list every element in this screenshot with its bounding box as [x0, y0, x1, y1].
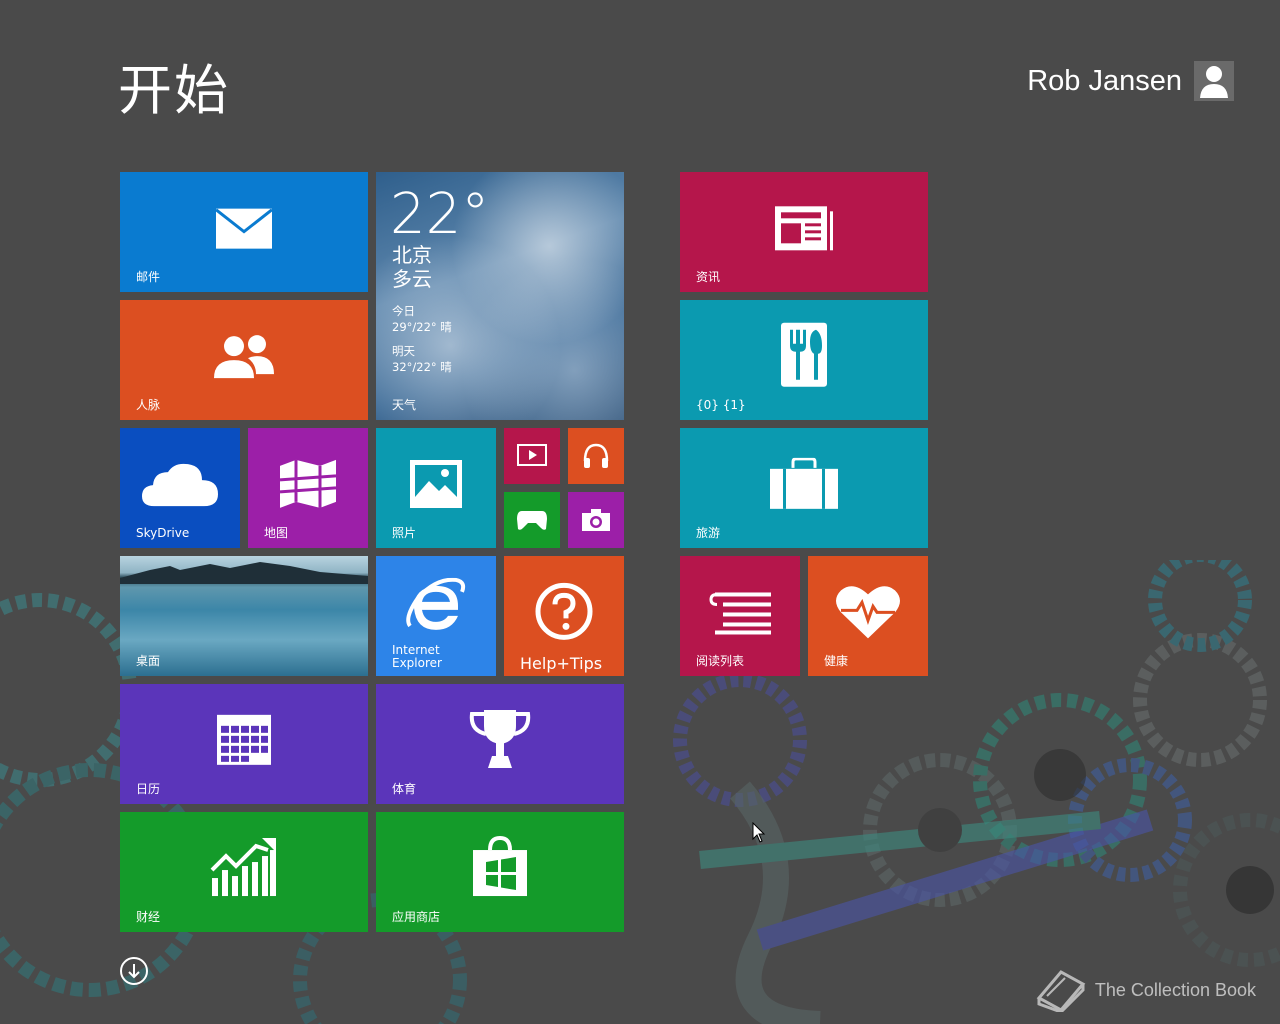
tile-label: 地图: [264, 526, 289, 540]
headphones-icon: [583, 443, 609, 468]
tile-label: Internet Explorer: [392, 644, 442, 670]
tile-label-line1: Internet: [392, 643, 440, 657]
map-icon: [279, 459, 337, 508]
tile-video[interactable]: [504, 428, 560, 484]
weather-tomorrow-forecast: 32°/22° 晴: [392, 360, 452, 374]
tile-finance[interactable]: 财经: [120, 812, 368, 932]
tile-food-drink[interactable]: {0} {1}: [680, 300, 928, 420]
tile-health[interactable]: 健康: [808, 556, 928, 676]
tile-weather[interactable]: 22° 北京 多云 今日 29°/22° 晴 明天 32°/22° 晴 天气: [376, 172, 624, 420]
tile-label: Help+Tips: [520, 654, 603, 673]
watermark-text: The Collection Book: [1094, 979, 1256, 1000]
watermark: The Collection Book: [1035, 968, 1256, 1012]
tile-skydrive[interactable]: SkyDrive: [120, 428, 240, 548]
calendar-icon: [217, 714, 271, 765]
tile-label-line2: Explorer: [392, 656, 442, 670]
tile-desktop[interactable]: 桌面: [120, 556, 368, 676]
tile-calendar[interactable]: 日历: [120, 684, 368, 804]
tile-games[interactable]: [504, 492, 560, 548]
avatar[interactable]: [1194, 61, 1234, 101]
photo-icon: [410, 460, 462, 508]
tile-sports[interactable]: 体育: [376, 684, 624, 804]
fork-knife-icon: [781, 322, 827, 387]
tile-label: 体育: [392, 782, 417, 796]
weather-city: 北京: [392, 243, 432, 267]
tile-photos[interactable]: 照片: [376, 428, 496, 548]
tile-label: 日历: [136, 782, 161, 796]
tile-travel[interactable]: 旅游: [680, 428, 928, 548]
tile-music[interactable]: [568, 428, 624, 484]
weather-today-forecast: 29°/22° 晴: [392, 320, 452, 334]
gamepad-icon: [517, 511, 547, 530]
tile-maps[interactable]: 地图: [248, 428, 368, 548]
suitcase-icon: [770, 457, 838, 509]
video-icon: [517, 444, 547, 466]
landscape-image: [120, 562, 368, 584]
tile-label: 财经: [136, 910, 161, 924]
tile-camera[interactable]: [568, 492, 624, 548]
people-icon: [214, 335, 274, 379]
tile-label: 阅读列表: [696, 654, 745, 668]
user-name: Rob Jansen: [1027, 64, 1182, 97]
tile-news[interactable]: 资讯: [680, 172, 928, 292]
tile-help-tips[interactable]: Help+Tips: [504, 556, 624, 676]
help-icon: [535, 582, 593, 640]
arrow-down-icon: [128, 964, 140, 979]
user-icon: [1200, 66, 1228, 98]
tile-mail[interactable]: 邮件: [120, 172, 368, 292]
heart-icon: [836, 586, 900, 639]
reading-list-icon: [709, 592, 771, 635]
tile-label: 应用商店: [392, 910, 441, 924]
weather-temperature: 22°: [390, 182, 490, 247]
tile-label: 天气: [392, 398, 417, 412]
weather-condition: 多云: [392, 267, 432, 291]
book-icon: [1036, 970, 1086, 1012]
tile-label: 邮件: [136, 270, 161, 284]
mail-icon: [215, 208, 273, 249]
ie-icon: [406, 577, 466, 630]
chart-icon: [210, 838, 276, 897]
tile-label: SkyDrive: [136, 526, 190, 540]
tile-label: 桌面: [136, 654, 161, 668]
weather-tomorrow-label: 明天: [392, 344, 415, 358]
camera-icon: [582, 509, 610, 531]
store-icon: [473, 836, 527, 897]
user-account[interactable]: Rob Jansen: [1027, 60, 1234, 102]
page-title: 开始: [118, 59, 230, 122]
tile-label: 照片: [392, 526, 417, 540]
tile-label: {0} {1}: [696, 398, 746, 412]
tile-label: 资讯: [696, 270, 721, 284]
news-icon: [775, 206, 833, 251]
tile-people[interactable]: 人脉: [120, 300, 368, 420]
tile-label: 旅游: [696, 526, 721, 540]
trophy-icon: [469, 710, 531, 769]
cloud-icon: [142, 463, 218, 507]
weather-today-label: 今日: [392, 304, 415, 318]
tile-label: 健康: [824, 654, 849, 668]
tile-label: 人脉: [136, 398, 161, 412]
mouse-cursor-icon: [752, 822, 766, 843]
tile-store[interactable]: 应用商店: [376, 812, 624, 932]
all-apps-button[interactable]: [120, 957, 148, 985]
tile-reading-list[interactable]: 阅读列表: [680, 556, 800, 676]
tile-internet-explorer[interactable]: Internet Explorer: [376, 556, 496, 676]
